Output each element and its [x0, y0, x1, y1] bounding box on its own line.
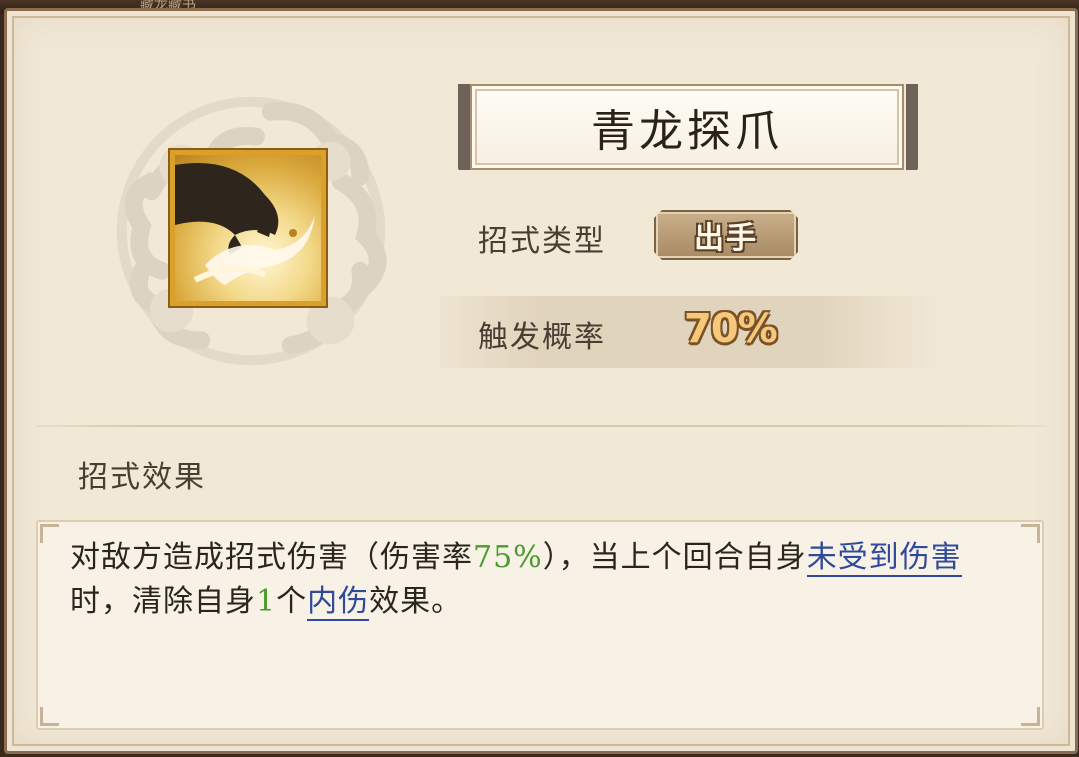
skill-title-box: 青龙探爪 — [470, 84, 904, 170]
effect-text-segment: 对敌方造成招式伤害（伤害率 — [70, 540, 473, 575]
trigger-probability-label: 触发概率 — [478, 320, 606, 355]
keyword-link-undamaged[interactable]: 未受到伤害 — [806, 540, 962, 577]
skill-type-label: 招式类型 — [478, 224, 606, 259]
skill-type-badge: 出手 — [654, 210, 798, 260]
corner-ornament — [1021, 707, 1040, 726]
keyword-link-internal-injury[interactable]: 内伤 — [307, 584, 370, 621]
effect-text-segment: 时，清除自身 — [70, 584, 256, 619]
damage-rate-value: 75% — [473, 540, 543, 575]
skill-icon[interactable] — [168, 148, 328, 308]
skill-title-frame: 青龙探爪 — [458, 84, 918, 172]
title-bracket-left — [458, 84, 470, 170]
effect-text-segment: 效果。 — [369, 584, 463, 619]
title-bracket-right — [906, 84, 918, 170]
section-divider — [36, 425, 1046, 427]
skill-type-value: 出手 — [694, 221, 758, 256]
skill-name: 青龙探爪 — [591, 106, 783, 157]
effect-text-segment: ），当上个回合自身 — [542, 540, 807, 575]
trigger-probability-value: 70% — [684, 306, 778, 352]
effect-text-segment: 个 — [276, 584, 308, 619]
corner-ornament — [40, 524, 59, 543]
corner-ornament — [1021, 524, 1040, 543]
corner-ornament — [40, 707, 59, 726]
effect-description-text: 对敌方造成招式伤害（伤害率75%），当上个回合自身未受到伤害时，清除自身1个内伤… — [70, 536, 1020, 624]
effect-heading: 招式效果 — [78, 460, 206, 495]
cleanse-count-value: 1 — [256, 584, 277, 619]
dragon-claw-icon — [175, 163, 315, 285]
effect-description-box: 对敌方造成招式伤害（伤害率75%），当上个回合自身未受到伤害时，清除自身1个内伤… — [36, 520, 1044, 730]
